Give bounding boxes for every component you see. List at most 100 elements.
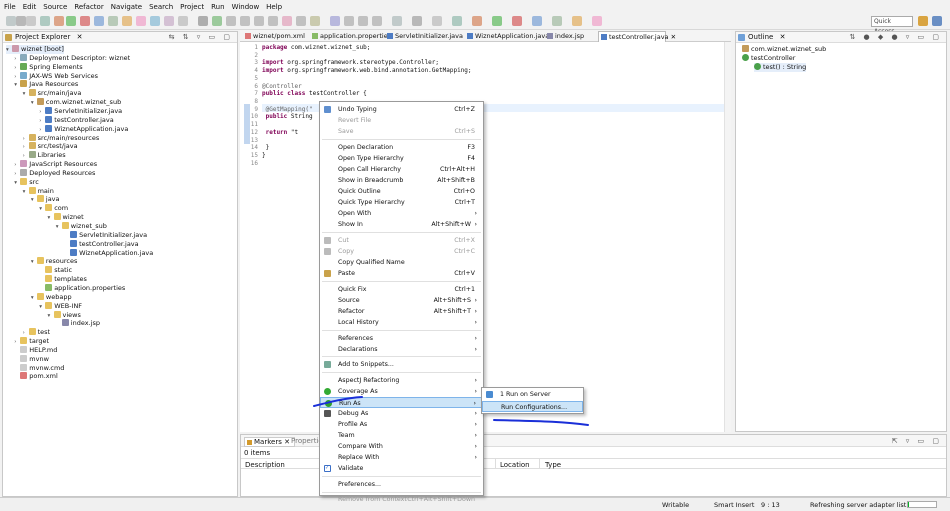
menu-edit[interactable]: Edit xyxy=(23,3,37,11)
menu-item-team[interactable]: Team › xyxy=(320,430,483,441)
tree-item[interactable]: WiznetApplication.java xyxy=(64,248,153,258)
menu-item-debug-as[interactable]: Debug As › xyxy=(320,408,483,419)
outline-item[interactable]: test() : String xyxy=(754,63,807,72)
col-location[interactable]: Location xyxy=(500,461,530,469)
tree-item[interactable]: › Spring Elements xyxy=(14,62,83,72)
perspective-javaee-icon[interactable] xyxy=(932,16,942,26)
toolbar-button-icon[interactable] xyxy=(592,16,602,26)
menu-item-declarations[interactable]: Declarations › xyxy=(320,344,483,355)
toolbar-button-icon[interactable] xyxy=(26,16,36,26)
toolbar-button-icon[interactable] xyxy=(150,16,160,26)
toolbar-button-icon[interactable] xyxy=(512,16,522,26)
tree-item[interactable]: ▾ java xyxy=(31,195,60,204)
menu-source[interactable]: Source xyxy=(43,3,67,11)
editor-scrollbar[interactable] xyxy=(724,42,731,432)
toolbar-button-icon[interactable] xyxy=(108,16,118,26)
tree-item[interactable]: index.jsp xyxy=(56,319,100,328)
menu-item-paste[interactable]: Paste Ctrl+V xyxy=(320,268,483,279)
outline-tab[interactable]: Outline ✕ ⇅ ● ◆ ● ▿ ▭ ▢ xyxy=(736,32,946,43)
tree-item[interactable]: › target xyxy=(14,337,49,346)
menu-item-aspectj-refactoring[interactable]: AspectJ Refactoring › xyxy=(320,375,483,386)
chevron-icon[interactable]: ▾ xyxy=(31,196,37,205)
code-editor[interactable]: 1 package com.wiznet.wiznet_sub; 2 3 import … xyxy=(240,42,731,432)
menu-item-validate[interactable]: ✓ Validate xyxy=(320,463,483,474)
toolbar-button-icon[interactable] xyxy=(6,16,16,26)
toolbar-button-icon[interactable] xyxy=(54,16,64,26)
menu-item-coverage-as[interactable]: Coverage As › xyxy=(320,386,483,397)
toolbar-button-icon[interactable] xyxy=(240,16,250,26)
tree-item[interactable]: HELP.md xyxy=(14,345,57,355)
menu-help[interactable]: Help xyxy=(266,3,282,11)
toolbar-button-icon[interactable] xyxy=(358,16,368,26)
menu-item-show-in[interactable]: Show In Alt+Shift+W › xyxy=(320,219,483,230)
chevron-icon[interactable]: ▾ xyxy=(48,214,54,223)
menu-window[interactable]: Window xyxy=(232,3,260,11)
toolbar-button-icon[interactable] xyxy=(552,16,562,26)
menu-item-run-as[interactable]: Run As › xyxy=(320,396,483,408)
chevron-icon[interactable]: ▾ xyxy=(31,258,37,267)
tree-item[interactable]: › JavaScript Resources xyxy=(14,160,97,169)
toolbar-button-icon[interactable] xyxy=(452,16,462,26)
tree-item[interactable]: ▾ WEB-INF xyxy=(39,301,82,311)
outline-item[interactable]: com.wiznet.wiznet_sub xyxy=(742,45,826,54)
tree-item[interactable]: › test xyxy=(23,328,50,337)
chevron-icon[interactable]: ▾ xyxy=(31,99,37,108)
tree-item[interactable]: testController.java xyxy=(64,239,139,249)
project-explorer-tab[interactable]: Project Explorer ✕ ⇆ ⇅ ▿ ▭ ▢ xyxy=(3,32,237,43)
menu-item-quick-outline[interactable]: Quick Outline Ctrl+O xyxy=(320,186,483,197)
toolbar-button-icon[interactable] xyxy=(310,16,320,26)
toolbar-button-icon[interactable] xyxy=(472,16,482,26)
toolbar-button-icon[interactable] xyxy=(212,16,222,26)
tree-item[interactable]: ▾ Java Resources xyxy=(14,80,78,89)
tree-item[interactable]: ▾ wiznet [boot] xyxy=(6,45,64,54)
chevron-icon[interactable]: ▾ xyxy=(23,188,29,197)
toolbar-button-icon[interactable] xyxy=(412,16,422,26)
toolbar-button-icon[interactable] xyxy=(268,16,278,26)
tree-item[interactable]: › JAX-WS Web Services xyxy=(14,71,98,81)
perspective-java-icon[interactable] xyxy=(918,16,928,26)
toolbar-button-icon[interactable] xyxy=(372,16,382,26)
toolbar-button-icon[interactable] xyxy=(164,16,174,26)
toolbar-button-icon[interactable] xyxy=(16,16,26,26)
outline-item[interactable]: testController xyxy=(742,54,795,63)
quick-access-input[interactable]: Quick Access xyxy=(871,16,913,35)
tree-item[interactable]: › WiznetApplication.java xyxy=(39,124,128,134)
chevron-icon[interactable]: ▾ xyxy=(48,312,54,321)
menu-refactor[interactable]: Refactor xyxy=(74,3,103,11)
toolbar-button-icon[interactable] xyxy=(330,16,340,26)
menu-item-open-with[interactable]: Open With › xyxy=(320,208,483,219)
tab-editor-file[interactable]: index.jsp xyxy=(545,31,597,42)
menu-item-preferences[interactable]: Preferences... xyxy=(320,479,483,490)
menu-item-open-declaration[interactable]: Open Declaration F3 xyxy=(320,142,483,153)
tab-editor-file[interactable]: wiznet/pom.xml xyxy=(243,31,309,42)
menu-item-references[interactable]: References › xyxy=(320,333,483,344)
tree-item[interactable]: pom.xml xyxy=(14,372,58,381)
toolbar-button-icon[interactable] xyxy=(432,16,442,26)
tree-item[interactable]: ▾ com.wiznet.wiznet_sub xyxy=(31,98,121,107)
tree-item[interactable]: › Deployed Resources xyxy=(14,168,95,178)
tree-item[interactable]: ▾ main xyxy=(23,186,54,197)
toolbar-button-icon[interactable] xyxy=(66,16,76,26)
tab-editor-file[interactable]: testController.java ✕ xyxy=(598,31,676,42)
tree-item[interactable]: › testController.java xyxy=(39,115,114,125)
menu-item-local-history[interactable]: Local History › xyxy=(320,317,483,328)
tree-item[interactable]: ServletInitializer.java xyxy=(64,230,147,240)
menu-item-profile-as[interactable]: Profile As › xyxy=(320,419,483,430)
menu-item-replace-with[interactable]: Replace With › xyxy=(320,452,483,463)
tab-editor-file[interactable]: WiznetApplication.java xyxy=(465,31,549,42)
toolbar-button-icon[interactable] xyxy=(572,16,582,26)
tree-item[interactable]: › Deployment Descriptor: wiznet xyxy=(14,53,130,63)
menu-item-quick-fix[interactable]: Quick Fix Ctrl+1 xyxy=(320,284,483,295)
close-icon[interactable]: ✕ xyxy=(780,33,786,41)
tab-editor-file[interactable]: application.properties xyxy=(310,31,391,42)
toolbar-button-icon[interactable] xyxy=(136,16,146,26)
toolbar-button-icon[interactable] xyxy=(178,16,188,26)
menu-search[interactable]: Search xyxy=(149,3,173,11)
tree-item[interactable]: › ServletInitializer.java xyxy=(39,106,122,116)
tree-item[interactable]: mvnw.cmd xyxy=(14,363,64,373)
menu-item-undo-typing[interactable]: Undo Typing Ctrl+Z xyxy=(320,104,483,115)
toolbar-button-icon[interactable] xyxy=(344,16,354,26)
menu-file[interactable]: File xyxy=(4,3,16,11)
menu-item-refactor[interactable]: Refactor Alt+Shift+T › xyxy=(320,306,483,317)
tab-editor-file[interactable]: ServletInitializer.java xyxy=(385,31,464,42)
